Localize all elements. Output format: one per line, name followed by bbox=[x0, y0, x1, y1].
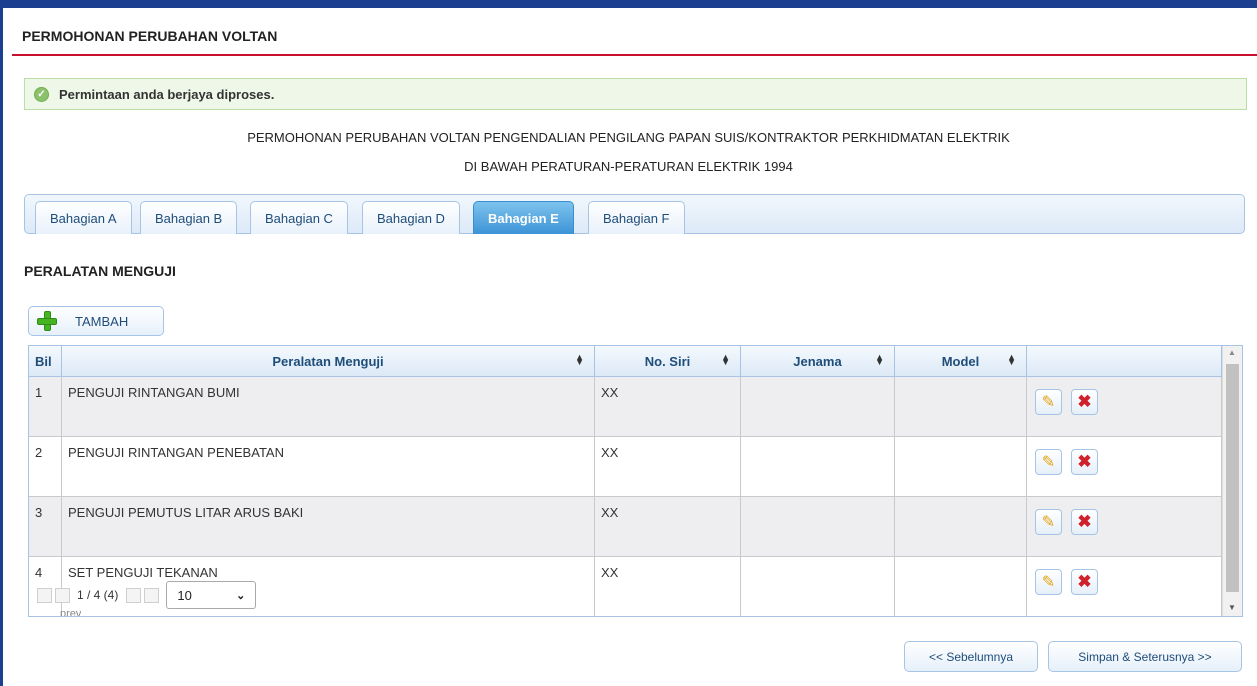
form-title-line2: DI BAWAH PERATURAN-PERATURAN ELEKTRIK 19… bbox=[464, 159, 793, 174]
table-row: 2 PENGUJI RINTANGAN PENEBATAN XX ✎ ✖ bbox=[29, 436, 1222, 497]
page-title: PERMOHONAN PERUBAHAN VOLTAN bbox=[22, 28, 278, 44]
cell-no-siri: XX bbox=[594, 436, 741, 497]
edit-button[interactable]: ✎ bbox=[1035, 569, 1062, 595]
cell-no-siri: XX bbox=[594, 556, 741, 616]
tab-bahagian-a[interactable]: Bahagian A bbox=[35, 201, 132, 234]
pencil-icon: ✎ bbox=[1041, 394, 1056, 411]
tab-bahagian-d[interactable]: Bahagian D bbox=[362, 201, 460, 234]
add-button[interactable]: TAMBAH bbox=[28, 306, 164, 336]
cell-no-siri: XX bbox=[594, 376, 741, 437]
table-row: 3 PENGUJI PEMUTUS LITAR ARUS BAKI XX ✎ ✖ bbox=[29, 496, 1222, 557]
column-header-jenama[interactable]: Jenama ▲ ▼ bbox=[740, 346, 895, 377]
column-header-peralatan[interactable]: Peralatan Menguji ▲ ▼ bbox=[61, 346, 595, 377]
cell-peralatan: PENGUJI RINTANGAN PENEBATAN bbox=[61, 436, 595, 497]
prev-page-icon[interactable] bbox=[55, 587, 70, 603]
tab-bahagian-b[interactable]: Bahagian B bbox=[140, 201, 238, 234]
pencil-icon: ✎ bbox=[1041, 454, 1056, 471]
column-header-jenama-label: Jenama bbox=[793, 353, 842, 369]
cell-model bbox=[894, 496, 1027, 557]
paginator: prev 1 / 4 (4) 10 ⌄ bbox=[37, 580, 257, 616]
cell-bil: 3 bbox=[29, 496, 62, 557]
cell-bil: 2 bbox=[29, 436, 62, 497]
sort-icon: ▲ ▼ bbox=[575, 352, 584, 367]
edit-button[interactable]: ✎ bbox=[1035, 449, 1062, 475]
chevron-down-icon: ⌄ bbox=[236, 589, 246, 602]
form-title-line1: PERMOHONAN PERUBAHAN VOLTAN PENGENDALIAN… bbox=[247, 130, 1010, 145]
cell-jenama bbox=[740, 436, 895, 497]
cell-model bbox=[894, 376, 1027, 437]
cell-actions: ✎ ✖ bbox=[1026, 436, 1222, 497]
column-header-model-label: Model bbox=[941, 353, 980, 369]
cell-actions: ✎ ✖ bbox=[1026, 496, 1222, 557]
column-header-no-siri[interactable]: No. Siri ▲ ▼ bbox=[594, 346, 741, 377]
check-circle-icon: ✓ bbox=[34, 86, 49, 102]
delete-button[interactable]: ✖ bbox=[1071, 389, 1098, 415]
delete-icon: ✖ bbox=[1077, 512, 1092, 531]
left-edge bbox=[0, 8, 3, 686]
top-bar bbox=[0, 0, 1257, 8]
next-page-icon[interactable] bbox=[126, 587, 142, 603]
scroll-up-arrow-icon[interactable]: ▲ bbox=[1228, 348, 1236, 357]
last-page-icon[interactable] bbox=[144, 587, 160, 603]
prev-alt-text: prev bbox=[60, 608, 82, 616]
cell-bil: 1 bbox=[29, 376, 62, 437]
equipment-table: Bil Peralatan Menguji ▲ ▼ No. Siri ▲ ▼ Jen… bbox=[28, 345, 1243, 617]
vertical-scrollbar[interactable]: ▲ ▼ bbox=[1222, 346, 1242, 616]
column-header-peralatan-label: Peralatan Menguji bbox=[272, 353, 384, 369]
pencil-icon: ✎ bbox=[1041, 514, 1056, 531]
header-divider bbox=[12, 54, 1257, 56]
cell-no-siri: XX bbox=[594, 496, 741, 557]
success-alert: ✓ Permintaan anda berjaya diproses. bbox=[24, 78, 1247, 110]
cell-model bbox=[894, 556, 1027, 616]
section-title: PERALATAN MENGUJI bbox=[24, 263, 176, 279]
edit-button[interactable]: ✎ bbox=[1035, 389, 1062, 415]
tab-bar: Bahagian A Bahagian B Bahagian C Bahagia… bbox=[24, 194, 1245, 234]
column-header-actions bbox=[1026, 346, 1222, 377]
tab-bahagian-f[interactable]: Bahagian F bbox=[588, 201, 685, 234]
column-header-bil[interactable]: Bil bbox=[29, 346, 62, 377]
cell-jenama bbox=[740, 556, 895, 616]
pencil-icon: ✎ bbox=[1041, 574, 1056, 591]
add-button-label: TAMBAH bbox=[75, 313, 129, 329]
save-next-button[interactable]: Simpan & Seterusnya >> bbox=[1048, 641, 1242, 672]
tab-bahagian-c[interactable]: Bahagian C bbox=[250, 201, 348, 234]
delete-icon: ✖ bbox=[1077, 452, 1092, 471]
plus-icon bbox=[37, 311, 57, 331]
sort-icon: ▲ ▼ bbox=[875, 352, 884, 367]
page-status: 1 / 4 (4) bbox=[77, 588, 119, 602]
cell-actions: ✎ ✖ bbox=[1026, 556, 1222, 616]
tab-bahagian-e[interactable]: Bahagian E bbox=[473, 201, 574, 234]
page-size-select[interactable]: 10 ⌄ bbox=[166, 581, 257, 609]
edit-button[interactable]: ✎ bbox=[1035, 509, 1062, 535]
cell-peralatan: PENGUJI PEMUTUS LITAR ARUS BAKI bbox=[61, 496, 595, 557]
cell-jenama bbox=[740, 496, 895, 557]
cell-peralatan: PENGUJI RINTANGAN BUMI bbox=[61, 376, 595, 437]
alert-message: Permintaan anda berjaya diproses. bbox=[59, 86, 275, 102]
column-header-model[interactable]: Model ▲ ▼ bbox=[894, 346, 1027, 377]
cell-actions: ✎ ✖ bbox=[1026, 376, 1222, 437]
delete-button[interactable]: ✖ bbox=[1071, 449, 1098, 475]
delete-icon: ✖ bbox=[1077, 392, 1092, 411]
delete-button[interactable]: ✖ bbox=[1071, 509, 1098, 535]
delete-button[interactable]: ✖ bbox=[1071, 569, 1098, 595]
delete-icon: ✖ bbox=[1077, 572, 1092, 591]
previous-button[interactable]: << Sebelumnya bbox=[904, 641, 1038, 672]
cell-jenama bbox=[740, 376, 895, 437]
table-row: 1 PENGUJI RINTANGAN BUMI XX ✎ ✖ bbox=[29, 376, 1222, 437]
sort-icon: ▲ ▼ bbox=[721, 352, 730, 367]
cell-model bbox=[894, 436, 1027, 497]
first-page-icon[interactable] bbox=[37, 587, 52, 603]
scroll-down-arrow-icon[interactable]: ▼ bbox=[1228, 603, 1236, 612]
sort-icon: ▲ ▼ bbox=[1007, 352, 1016, 367]
column-header-no-siri-label: No. Siri bbox=[644, 353, 691, 369]
scroll-thumb[interactable] bbox=[1226, 364, 1239, 592]
page-size-value: 10 bbox=[177, 587, 192, 603]
